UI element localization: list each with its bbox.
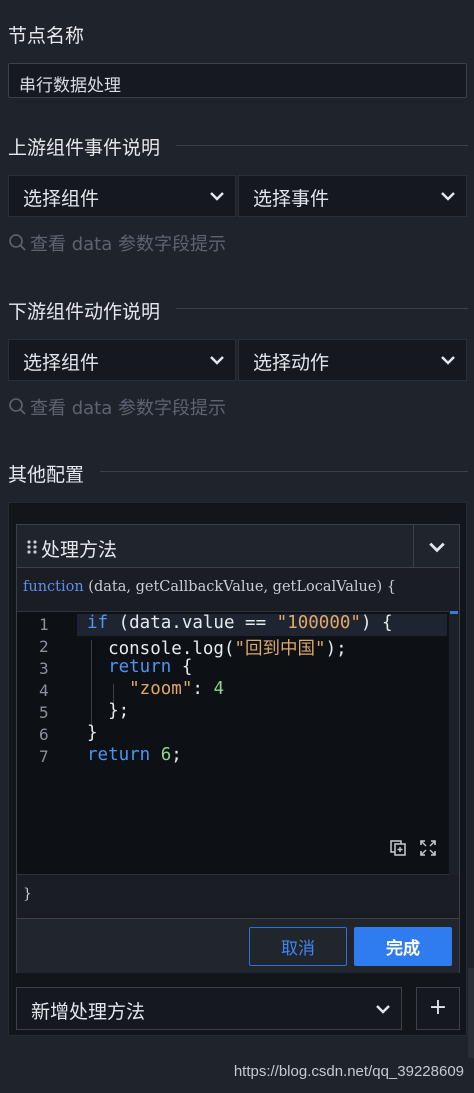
code-token: 4 <box>213 679 224 699</box>
fullscreen-icon[interactable] <box>419 839 437 857</box>
downstream-component-select[interactable]: 选择组件 <box>8 339 236 381</box>
code-token: if <box>87 613 109 633</box>
chevron-down-icon <box>210 356 224 365</box>
upstream-component-select[interactable]: 选择组件 <box>8 175 236 217</box>
add-method-label: 新增处理方法 <box>31 1001 146 1023</box>
method-card: 处理方法 function (data, getCallbackValue, g… <box>16 524 460 973</box>
line-number: 2 <box>39 637 49 656</box>
scrollbar-thumb[interactable] <box>450 611 458 614</box>
function-closing-brace: } <box>23 886 32 902</box>
section-divider <box>176 308 468 309</box>
other-config-title: 其他配置 <box>8 464 85 486</box>
function-keyword: function <box>23 579 84 595</box>
copy-icon[interactable] <box>389 839 407 857</box>
watermark: https://blog.csdn.net/qq_39228609 <box>233 1063 464 1080</box>
upstream-data-hint[interactable]: 查看 data 参数字段提示 <box>8 230 226 256</box>
line-number: 6 <box>39 725 49 744</box>
method-card-footer: 取消 完成 <box>17 918 459 973</box>
chevron-down-icon <box>429 542 445 553</box>
code-token: console.log( <box>87 639 235 659</box>
chevron-down-icon <box>441 356 455 365</box>
code-token: ) { <box>360 613 393 633</box>
code-editor[interactable]: 1 2 3 4 5 6 7 if (data.value == "100000"… <box>17 611 449 875</box>
code-token: { <box>171 657 193 677</box>
upstream-hint-text: 查看 data 参数字段提示 <box>30 234 226 255</box>
chevron-down-icon <box>210 192 224 201</box>
add-method-select[interactable]: 新增处理方法 <box>16 987 402 1030</box>
method-collapse-button[interactable] <box>413 525 459 567</box>
code-token: 6 <box>150 745 172 765</box>
code-line-6: } <box>87 723 98 743</box>
code-line-7: return 6; <box>87 745 182 765</box>
upstream-event-select[interactable]: 选择事件 <box>238 175 467 217</box>
chevron-down-icon <box>441 192 455 201</box>
code-token: } <box>87 723 98 743</box>
function-signature: function (data, getCallbackValue, getLoc… <box>23 579 396 595</box>
line-number: 4 <box>39 681 49 700</box>
code-line-4: "zoom": 4 <box>87 679 224 699</box>
code-token: ; <box>171 745 182 765</box>
code-line-1: if (data.value == "100000") { <box>87 613 393 633</box>
code-token: return <box>87 745 151 765</box>
editor-scrollbar[interactable] <box>449 611 459 875</box>
function-params: (data, getCallbackValue, getLocalValue) … <box>83 579 396 595</box>
code-token: "100000" <box>276 613 361 633</box>
upstream-component-label: 选择组件 <box>23 188 100 210</box>
code-token: ); <box>325 639 347 659</box>
section-divider <box>100 471 468 472</box>
line-number: 3 <box>39 659 49 678</box>
node-name-title: 节点名称 <box>8 25 85 47</box>
add-method-button[interactable]: + <box>416 987 460 1030</box>
node-name-input[interactable]: 串行数据处理 <box>8 63 467 98</box>
downstream-section-title: 下游组件动作说明 <box>8 301 161 323</box>
page-scrollbar[interactable] <box>468 968 474 1058</box>
search-icon <box>9 398 26 415</box>
downstream-data-hint[interactable]: 查看 data 参数字段提示 <box>8 394 226 420</box>
upstream-event-label: 选择事件 <box>253 188 330 210</box>
upstream-section-title: 上游组件事件说明 <box>8 137 161 159</box>
line-number: 7 <box>39 747 49 766</box>
code-token: }; <box>87 701 130 721</box>
downstream-component-label: 选择组件 <box>23 352 100 374</box>
chevron-down-icon <box>376 1005 390 1014</box>
code-token: : <box>192 679 214 699</box>
done-button[interactable]: 完成 <box>354 927 452 966</box>
code-token: return <box>87 657 172 677</box>
downstream-hint-text: 查看 data 参数字段提示 <box>30 398 226 419</box>
code-token: (data.value == <box>108 613 277 633</box>
code-line-3: return { <box>87 657 192 677</box>
method-header[interactable]: 处理方法 <box>17 525 459 568</box>
search-icon <box>9 234 26 251</box>
cancel-button[interactable]: 取消 <box>249 927 347 966</box>
drag-handle-icon[interactable] <box>25 539 39 555</box>
code-token: "zoom" <box>87 679 193 699</box>
line-number: 5 <box>39 703 49 722</box>
downstream-action-label: 选择动作 <box>253 352 330 374</box>
code-line-5: }; <box>87 701 129 721</box>
method-title: 处理方法 <box>41 539 118 561</box>
line-number: 1 <box>39 615 49 634</box>
code-token: "回到中国" <box>234 639 326 659</box>
downstream-action-select[interactable]: 选择动作 <box>238 339 467 381</box>
section-divider <box>176 145 468 146</box>
